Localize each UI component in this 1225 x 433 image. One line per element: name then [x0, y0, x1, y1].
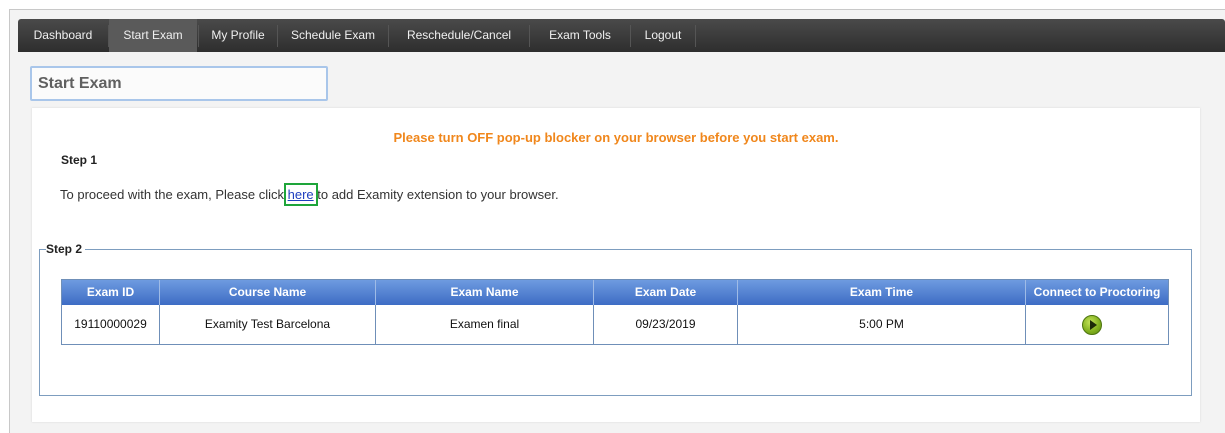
step1-text-after: to add Examity extension to your browser… [313, 187, 559, 202]
cell-exam-id: 19110000029 [62, 305, 160, 344]
nav-dashboard[interactable]: Dashboard [18, 19, 108, 52]
step1-text-before: To proceed with the exam, Please click [60, 187, 288, 202]
step1-heading: Step 1 [61, 153, 98, 167]
page-title-box: Start Exam [30, 66, 328, 101]
cell-course-name: Examity Test Barcelona [160, 305, 376, 344]
exam-table: Exam ID Course Name Exam Name Exam Date … [61, 279, 1169, 345]
top-navbar: Dashboard Start Exam My Profile Schedule… [18, 19, 1225, 52]
step2-heading: Step 2 [46, 242, 86, 256]
cell-exam-time: 5:00 PM [738, 305, 1026, 344]
page-title: Start Exam [38, 75, 122, 92]
add-extension-link[interactable]: here [283, 183, 318, 206]
popup-blocker-warning: Please turn OFF pop-up blocker on your b… [393, 130, 839, 145]
column-header-exam-time: Exam Time [738, 280, 1026, 305]
cell-connect-proctoring [1026, 305, 1168, 344]
column-header-connect-proctoring: Connect to Proctoring [1033, 285, 1161, 299]
nav-divider [695, 25, 696, 47]
nav-logout[interactable]: Logout [631, 19, 695, 52]
nav-start-exam[interactable]: Start Exam [109, 19, 197, 52]
step1-instruction: To proceed with the exam, Please click h… [60, 183, 559, 206]
nav-reschedule-cancel[interactable]: Reschedule/Cancel [389, 19, 529, 52]
play-icon[interactable] [1082, 315, 1102, 335]
nav-my-profile[interactable]: My Profile [199, 19, 277, 52]
column-header-course-name: Course Name [160, 280, 376, 305]
nav-exam-tools[interactable]: Exam Tools [530, 19, 630, 52]
table-row: 19110000029 Examity Test Barcelona Exame… [62, 305, 1168, 344]
cell-exam-date: 09/23/2019 [594, 305, 738, 344]
table-header-row: Exam ID Course Name Exam Name Exam Date … [62, 280, 1168, 305]
column-header-exam-id: Exam ID [62, 280, 160, 305]
cell-exam-name: Examen final [376, 305, 594, 344]
column-header-exam-date: Exam Date [594, 280, 738, 305]
column-header-exam-name: Exam Name [376, 280, 594, 305]
nav-schedule-exam[interactable]: Schedule Exam [278, 19, 388, 52]
